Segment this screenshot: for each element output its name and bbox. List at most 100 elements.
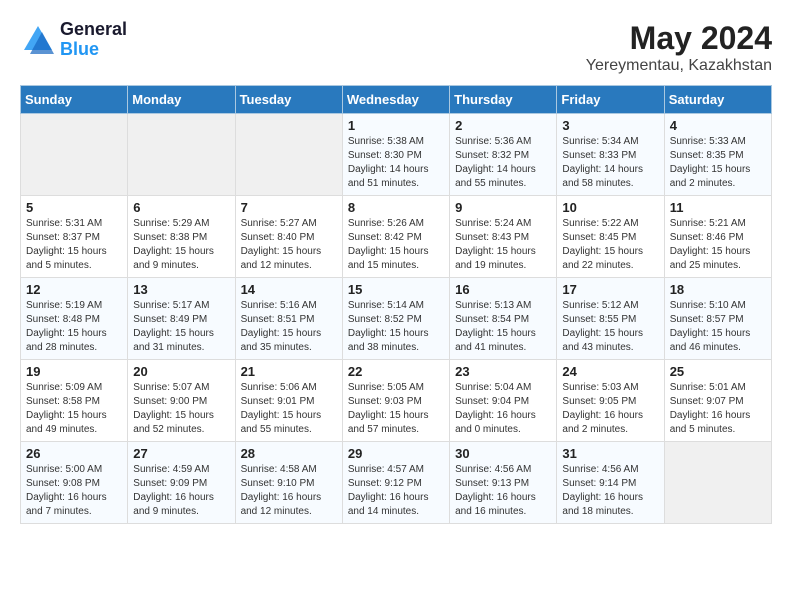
cell-detail: Sunrise: 5:17 AMSunset: 8:49 PMDaylight:… <box>133 299 229 355</box>
cell-detail: Sunrise: 5:01 AMSunset: 9:07 PMDaylight:… <box>670 381 766 437</box>
cell-detail: Sunrise: 4:56 AMSunset: 9:13 PMDaylight:… <box>455 463 551 519</box>
cell-detail: Sunrise: 5:33 AMSunset: 8:35 PMDaylight:… <box>670 135 766 191</box>
calendar-cell: 8 Sunrise: 5:26 AMSunset: 8:42 PMDaylight… <box>342 196 449 278</box>
cell-detail: Sunrise: 4:56 AMSunset: 9:14 PMDaylight:… <box>562 463 658 519</box>
cell-detail: Sunrise: 5:03 AMSunset: 9:05 PMDaylight:… <box>562 381 658 437</box>
calendar-cell: 4 Sunrise: 5:33 AMSunset: 8:35 PMDaylight… <box>664 114 771 196</box>
cell-detail: Sunrise: 5:26 AMSunset: 8:42 PMDaylight:… <box>348 217 444 273</box>
logo-line1: General <box>60 20 127 40</box>
calendar-cell: 1 Sunrise: 5:38 AMSunset: 8:30 PMDaylight… <box>342 114 449 196</box>
day-number: 5 <box>26 200 122 215</box>
weekday-header-sunday: Sunday <box>21 86 128 114</box>
cell-detail: Sunrise: 5:22 AMSunset: 8:45 PMDaylight:… <box>562 217 658 273</box>
calendar-cell: 9 Sunrise: 5:24 AMSunset: 8:43 PMDaylight… <box>450 196 557 278</box>
week-row-2: 12Sunrise: 5:19 AMSunset: 8:48 PMDayligh… <box>21 278 772 360</box>
day-number: 15 <box>348 282 444 297</box>
cell-detail: Sunrise: 4:59 AMSunset: 9:09 PMDaylight:… <box>133 463 229 519</box>
day-number: 9 <box>455 200 551 215</box>
calendar-cell: 30Sunrise: 4:56 AMSunset: 9:13 PMDayligh… <box>450 442 557 524</box>
logo-line2: Blue <box>60 40 127 60</box>
day-number: 3 <box>562 118 658 133</box>
day-number: 17 <box>562 282 658 297</box>
calendar: SundayMondayTuesdayWednesdayThursdayFrid… <box>20 85 772 524</box>
day-number: 8 <box>348 200 444 215</box>
day-number: 16 <box>455 282 551 297</box>
day-number: 11 <box>670 200 766 215</box>
calendar-cell <box>128 114 235 196</box>
cell-detail: Sunrise: 5:00 AMSunset: 9:08 PMDaylight:… <box>26 463 122 519</box>
day-number: 24 <box>562 364 658 379</box>
calendar-cell: 19Sunrise: 5:09 AMSunset: 8:58 PMDayligh… <box>21 360 128 442</box>
cell-detail: Sunrise: 5:21 AMSunset: 8:46 PMDaylight:… <box>670 217 766 273</box>
cell-detail: Sunrise: 5:04 AMSunset: 9:04 PMDaylight:… <box>455 381 551 437</box>
day-number: 19 <box>26 364 122 379</box>
week-row-4: 26 Sunrise: 5:00 AMSunset: 9:08 PMDayligh… <box>21 442 772 524</box>
cell-detail: Sunrise: 5:31 AMSunset: 8:37 PMDaylight:… <box>26 217 122 273</box>
calendar-cell: 28Sunrise: 4:58 AMSunset: 9:10 PMDayligh… <box>235 442 342 524</box>
day-number: 13 <box>133 282 229 297</box>
logo: General Blue <box>20 20 127 60</box>
calendar-cell <box>21 114 128 196</box>
cell-detail: Sunrise: 5:06 AMSunset: 9:01 PMDaylight:… <box>241 381 337 437</box>
day-number: 25 <box>670 364 766 379</box>
day-number: 10 <box>562 200 658 215</box>
calendar-cell: 26 Sunrise: 5:00 AMSunset: 9:08 PMDayligh… <box>21 442 128 524</box>
weekday-header-monday: Monday <box>128 86 235 114</box>
cell-detail: Sunrise: 5:12 AMSunset: 8:55 PMDaylight:… <box>562 299 658 355</box>
day-number: 12 <box>26 282 122 297</box>
calendar-cell: 24 Sunrise: 5:03 AMSunset: 9:05 PMDayligh… <box>557 360 664 442</box>
calendar-cell: 31Sunrise: 4:56 AMSunset: 9:14 PMDayligh… <box>557 442 664 524</box>
calendar-cell: 29Sunrise: 4:57 AMSunset: 9:12 PMDayligh… <box>342 442 449 524</box>
calendar-cell: 22Sunrise: 5:05 AMSunset: 9:03 PMDayligh… <box>342 360 449 442</box>
page-header: General Blue May 2024 Yereymentau, Kazak… <box>20 20 772 75</box>
cell-detail: Sunrise: 5:24 AMSunset: 8:43 PMDaylight:… <box>455 217 551 273</box>
logo-icon <box>20 22 56 58</box>
day-number: 4 <box>670 118 766 133</box>
week-row-3: 19Sunrise: 5:09 AMSunset: 8:58 PMDayligh… <box>21 360 772 442</box>
cell-detail: Sunrise: 5:14 AMSunset: 8:52 PMDaylight:… <box>348 299 444 355</box>
calendar-cell: 18 Sunrise: 5:10 AMSunset: 8:57 PMDayligh… <box>664 278 771 360</box>
week-row-1: 5 Sunrise: 5:31 AMSunset: 8:37 PMDaylight… <box>21 196 772 278</box>
cell-detail: Sunrise: 5:16 AMSunset: 8:51 PMDaylight:… <box>241 299 337 355</box>
day-number: 1 <box>348 118 444 133</box>
calendar-cell: 7Sunrise: 5:27 AMSunset: 8:40 PMDaylight… <box>235 196 342 278</box>
location: Yereymentau, Kazakhstan <box>586 57 772 75</box>
day-number: 29 <box>348 446 444 461</box>
month-title: May 2024 <box>586 20 772 57</box>
day-number: 14 <box>241 282 337 297</box>
day-number: 27 <box>133 446 229 461</box>
calendar-cell: 3 Sunrise: 5:34 AMSunset: 8:33 PMDaylight… <box>557 114 664 196</box>
weekday-header-tuesday: Tuesday <box>235 86 342 114</box>
day-number: 20 <box>133 364 229 379</box>
calendar-cell: 11 Sunrise: 5:21 AMSunset: 8:46 PMDayligh… <box>664 196 771 278</box>
cell-detail: Sunrise: 5:29 AMSunset: 8:38 PMDaylight:… <box>133 217 229 273</box>
weekday-header-saturday: Saturday <box>664 86 771 114</box>
calendar-cell: 15 Sunrise: 5:14 AMSunset: 8:52 PMDayligh… <box>342 278 449 360</box>
calendar-header: SundayMondayTuesdayWednesdayThursdayFrid… <box>21 86 772 114</box>
calendar-cell: 14 Sunrise: 5:16 AMSunset: 8:51 PMDayligh… <box>235 278 342 360</box>
cell-detail: Sunrise: 5:13 AMSunset: 8:54 PMDaylight:… <box>455 299 551 355</box>
calendar-cell: 27 Sunrise: 4:59 AMSunset: 9:09 PMDayligh… <box>128 442 235 524</box>
weekday-row: SundayMondayTuesdayWednesdayThursdayFrid… <box>21 86 772 114</box>
day-number: 6 <box>133 200 229 215</box>
day-number: 18 <box>670 282 766 297</box>
weekday-header-thursday: Thursday <box>450 86 557 114</box>
calendar-cell: 10 Sunrise: 5:22 AMSunset: 8:45 PMDayligh… <box>557 196 664 278</box>
week-row-0: 1 Sunrise: 5:38 AMSunset: 8:30 PMDaylight… <box>21 114 772 196</box>
cell-detail: Sunrise: 5:05 AMSunset: 9:03 PMDaylight:… <box>348 381 444 437</box>
day-number: 28 <box>241 446 337 461</box>
calendar-cell: 2Sunrise: 5:36 AMSunset: 8:32 PMDaylight… <box>450 114 557 196</box>
calendar-cell: 25 Sunrise: 5:01 AMSunset: 9:07 PMDayligh… <box>664 360 771 442</box>
cell-detail: Sunrise: 5:38 AMSunset: 8:30 PMDaylight:… <box>348 135 444 191</box>
day-number: 21 <box>241 364 337 379</box>
cell-detail: Sunrise: 5:27 AMSunset: 8:40 PMDaylight:… <box>241 217 337 273</box>
day-number: 26 <box>26 446 122 461</box>
weekday-header-wednesday: Wednesday <box>342 86 449 114</box>
title-block: May 2024 Yereymentau, Kazakhstan <box>586 20 772 75</box>
calendar-cell: 21 Sunrise: 5:06 AMSunset: 9:01 PMDayligh… <box>235 360 342 442</box>
cell-detail: Sunrise: 5:10 AMSunset: 8:57 PMDaylight:… <box>670 299 766 355</box>
calendar-cell: 16 Sunrise: 5:13 AMSunset: 8:54 PMDayligh… <box>450 278 557 360</box>
cell-detail: Sunrise: 5:34 AMSunset: 8:33 PMDaylight:… <box>562 135 658 191</box>
day-number: 2 <box>455 118 551 133</box>
calendar-cell: 13 Sunrise: 5:17 AMSunset: 8:49 PMDayligh… <box>128 278 235 360</box>
